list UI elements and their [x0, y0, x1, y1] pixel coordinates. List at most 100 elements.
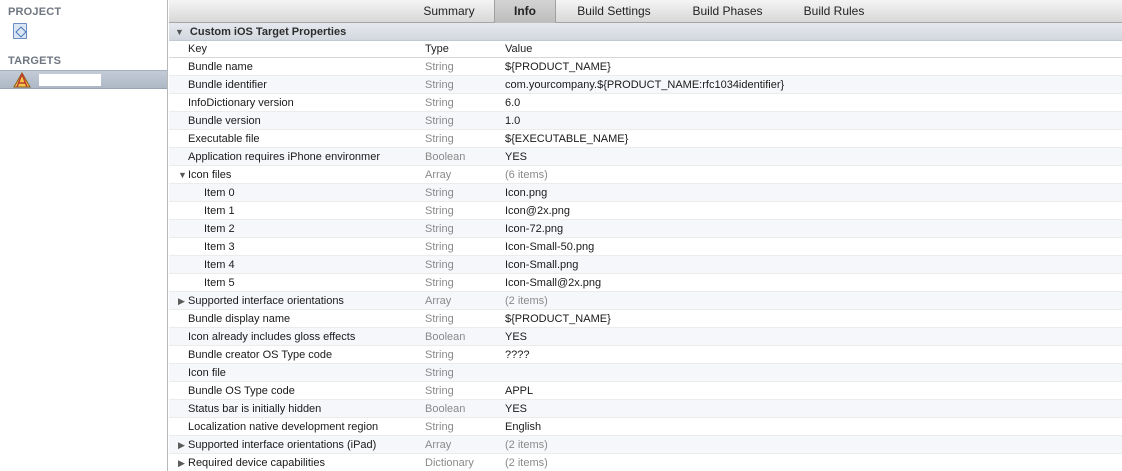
row-type[interactable]: String [419, 277, 503, 289]
row-key[interactable]: Item 0 [169, 187, 419, 199]
table-row[interactable]: Bundle creator OS Type code String???? [169, 346, 1122, 364]
row-type[interactable]: Array [419, 169, 503, 181]
table-row[interactable]: ▶ Required device capabilities Dictionary(… [169, 454, 1122, 471]
row-key[interactable]: Bundle name [169, 61, 419, 73]
row-value[interactable]: ???? [503, 349, 1122, 361]
row-type[interactable]: String [419, 259, 503, 271]
table-row[interactable]: Bundle version String 1.0 [169, 112, 1122, 130]
key-column-header[interactable]: Key [169, 43, 419, 55]
type-column-header[interactable]: Type [419, 43, 503, 55]
disclosure-collapsed-icon[interactable]: ▶ [178, 458, 185, 469]
row-key[interactable]: ▶ Supported interface orientations [169, 295, 419, 307]
row-type[interactable]: String [419, 61, 503, 73]
row-type[interactable]: String [419, 79, 503, 91]
row-value[interactable]: APPL [503, 385, 1122, 397]
row-key[interactable]: Bundle identifier [169, 79, 419, 91]
table-row[interactable]: Bundle display name String ${PRODUCT_NAME} [169, 310, 1122, 328]
disclosure-expanded-icon[interactable]: ▼ [175, 27, 184, 37]
row-key[interactable]: Item 4 [169, 259, 419, 271]
disclosure-expanded-icon[interactable]: ▼ [178, 170, 187, 180]
row-key[interactable]: Bundle OS Type code [169, 385, 419, 397]
table-row[interactable]: Localization native development region St… [169, 418, 1122, 436]
row-value[interactable]: YES [503, 151, 1122, 163]
row-value[interactable]: English [503, 421, 1122, 433]
row-key[interactable]: Status bar is initially hidden [169, 403, 419, 415]
table-row[interactable]: Bundle identifier String com.yourcompany.$… [169, 76, 1122, 94]
row-value[interactable]: YES [503, 403, 1122, 415]
row-value[interactable]: Icon-Small@2x.png [503, 277, 1122, 289]
table-row[interactable]: Icon already includes gloss effects Boole… [169, 328, 1122, 346]
row-type[interactable]: String [419, 367, 503, 379]
row-type[interactable]: String [419, 385, 503, 397]
table-row[interactable]: ▼ Icon files Array (6 items) [169, 166, 1122, 184]
row-key[interactable]: Application requires iPhone environmer [169, 151, 419, 163]
row-type[interactable]: String [419, 223, 503, 235]
row-type[interactable]: String [419, 187, 503, 199]
tab-build-rules[interactable]: Build Rules [790, 0, 878, 23]
table-row[interactable]: Item 0 String Icon.png [169, 184, 1122, 202]
row-type[interactable]: String [419, 421, 503, 433]
row-value[interactable]: (2 items) [503, 457, 1122, 469]
table-row[interactable]: Status bar is initially hidden Boolean YES [169, 400, 1122, 418]
row-value[interactable]: (2 items) [503, 295, 1122, 307]
row-type[interactable]: Array [419, 439, 503, 451]
table-row[interactable]: Item 3 String Icon-Small-50.png [169, 238, 1122, 256]
row-type[interactable]: String [419, 241, 503, 253]
row-key[interactable]: Icon already includes gloss effects [169, 331, 419, 343]
row-key[interactable]: Item 3 [169, 241, 419, 253]
row-value[interactable]: Icon@2x.png [503, 205, 1122, 217]
tab-summary[interactable]: Summary [412, 0, 486, 23]
row-value[interactable]: ${EXECUTABLE_NAME} [503, 133, 1122, 145]
row-type[interactable]: Boolean [419, 331, 503, 343]
row-type[interactable]: String [419, 205, 503, 217]
project-item[interactable] [0, 21, 167, 40]
table-row[interactable]: Bundle OS Type code String APPL [169, 382, 1122, 400]
row-key[interactable]: ▶ Supported interface orientations (iPad) [169, 439, 419, 451]
disclosure-collapsed-icon[interactable]: ▶ [178, 440, 185, 451]
row-value[interactable]: Icon-Small-50.png [503, 241, 1122, 253]
row-key[interactable]: Bundle creator OS Type code [169, 349, 419, 361]
table-row[interactable]: InfoDictionary version String 6.0 [169, 94, 1122, 112]
row-type[interactable]: Boolean [419, 151, 503, 163]
row-type[interactable]: String [419, 349, 503, 361]
row-key[interactable]: ▶ Required device capabilities [169, 457, 419, 469]
table-row[interactable]: ▶ Supported interface orientations (iPad)… [169, 436, 1122, 454]
row-type[interactable]: Boolean [419, 403, 503, 415]
table-row[interactable]: Icon file String [169, 364, 1122, 382]
tab-build-settings[interactable]: Build Settings [564, 0, 664, 23]
row-key[interactable]: InfoDictionary version [169, 97, 419, 109]
custom-ios-target-properties-header[interactable]: ▼ Custom iOS Target Properties [169, 23, 1122, 41]
row-type[interactable]: String [419, 313, 503, 325]
row-value[interactable]: 6.0 [503, 97, 1122, 109]
row-key[interactable]: Localization native development region [169, 421, 419, 433]
row-type[interactable]: String [419, 115, 503, 127]
table-row[interactable]: Executable file String ${EXECUTABLE_NAME} [169, 130, 1122, 148]
row-type[interactable]: Array [419, 295, 503, 307]
table-row[interactable]: Item 5 String Icon-Small@2x.png [169, 274, 1122, 292]
disclosure-collapsed-icon[interactable]: ▶ [178, 296, 185, 307]
table-row[interactable]: Item 4 String Icon-Small.png [169, 256, 1122, 274]
table-row[interactable]: Application requires iPhone environmer Bo… [169, 148, 1122, 166]
row-key[interactable]: Item 1 [169, 205, 419, 217]
row-value[interactable]: 1.0 [503, 115, 1122, 127]
row-type[interactable]: String [419, 97, 503, 109]
row-key[interactable]: Icon file [169, 367, 419, 379]
target-item[interactable] [0, 70, 167, 89]
table-row[interactable]: Bundle name String ${PRODUCT_NAME} [169, 58, 1122, 76]
table-row[interactable]: Item 1 String Icon@2x.png [169, 202, 1122, 220]
row-key[interactable]: Item 5 [169, 277, 419, 289]
table-row[interactable]: Item 2 String Icon-72.png [169, 220, 1122, 238]
row-value[interactable]: (6 items) [503, 169, 1122, 181]
row-key[interactable]: Executable file [169, 133, 419, 145]
tab-info[interactable]: Info [494, 0, 556, 23]
table-row[interactable]: ▶ Supported interface orientations Array (2… [169, 292, 1122, 310]
row-value[interactable]: com.yourcompany.${PRODUCT_NAME:rfc1034id… [503, 79, 1122, 91]
tab-build-phases[interactable]: Build Phases [680, 0, 775, 23]
row-key[interactable]: Bundle display name [169, 313, 419, 325]
row-key[interactable]: Item 2 [169, 223, 419, 235]
row-key[interactable]: Bundle version [169, 115, 419, 127]
row-value[interactable]: Icon.png [503, 187, 1122, 199]
row-value[interactable]: (2 items) [503, 439, 1122, 451]
row-key[interactable]: ▼ Icon files [169, 169, 419, 181]
value-column-header[interactable]: Value [503, 43, 1122, 55]
